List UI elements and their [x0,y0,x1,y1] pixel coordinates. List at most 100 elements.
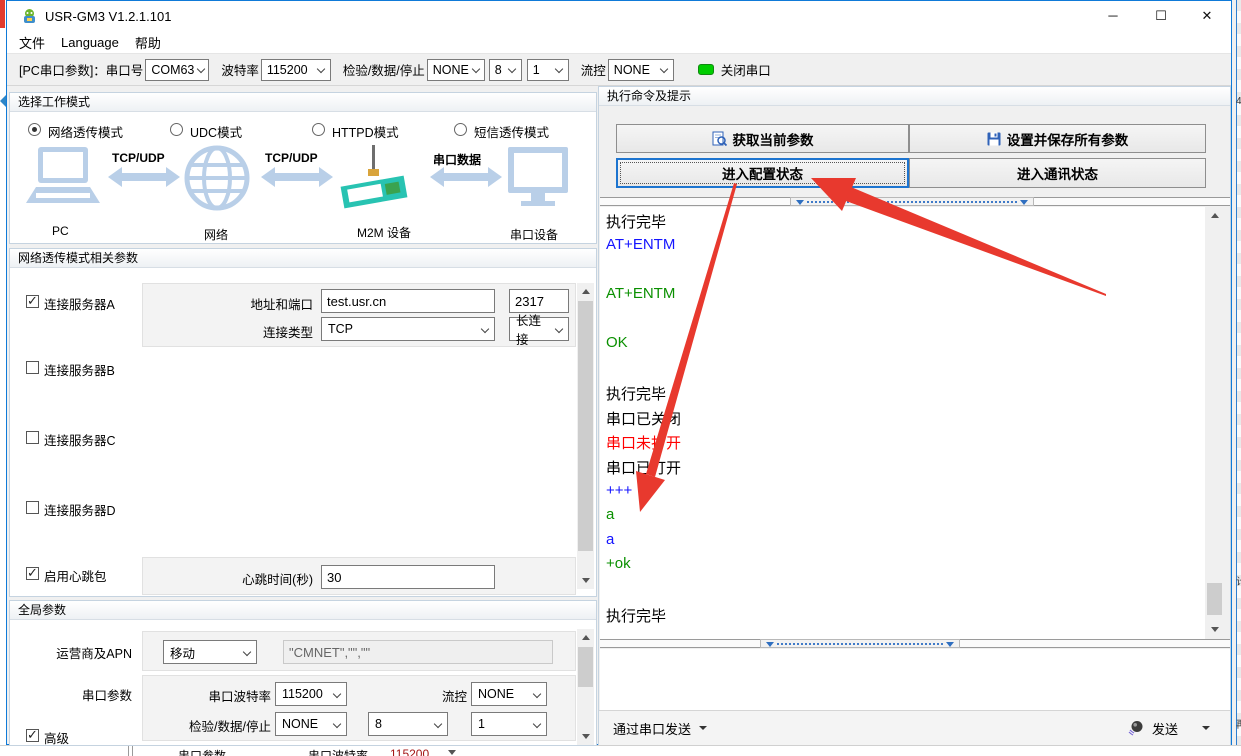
send-via-serial-dropdown[interactable]: 通过串口发送 [613,719,707,738]
log-line [606,260,1205,285]
send-icon [1128,720,1144,736]
chevron-down-icon [533,720,542,729]
log-line: a [606,506,1205,531]
send-button[interactable]: 发送 [1128,719,1210,738]
baud-select[interactable]: 115200 [261,59,331,81]
serial-stop-bits-select[interactable]: 1 [471,712,547,736]
data-bits-select[interactable]: 8 [489,59,522,81]
conn-type-select[interactable]: TCP [321,317,495,341]
title-bar: USR-GM3 V1.2.1.101 ─ ☐ ✕ [7,1,1231,32]
log-line [606,309,1205,334]
scrollbar-thumb[interactable] [578,647,593,687]
serial-flow-label: 流控 [427,686,467,705]
background-window-right-strip: 4H 计 再 [1232,0,1241,756]
minimize-button[interactable]: ─ [1091,1,1135,31]
serial-flow-select[interactable]: NONE [471,682,547,706]
apn-label: 运营商及APN [20,643,132,662]
apn-value-input: "CMNET","","" [283,640,553,664]
scrollbar-thumb[interactable] [1207,583,1222,615]
enter-comm-state-button[interactable]: 进入通讯状态 [909,158,1206,188]
radio-label[interactable]: 网络透传模式 [48,122,123,141]
splitter-handle[interactable] [760,639,960,648]
radio-label[interactable]: 短信透传模式 [474,122,549,141]
serial-pds-label: 检验/数据/停止 [171,716,271,735]
checkbox-advanced[interactable] [26,729,39,742]
global-params-header: 全局参数 [10,601,596,620]
checkbox-server-d[interactable] [26,501,39,514]
net-params-scrollbar[interactable] [577,283,594,589]
flow-select[interactable]: NONE [608,59,674,81]
radio-sms-mode[interactable] [454,123,467,136]
splitter-arrow-icon [1020,200,1028,205]
checkbox-server-b[interactable] [26,361,39,374]
log-line: +ok [606,555,1205,580]
scroll-down-button[interactable] [1206,621,1223,638]
log-line: 串口已关闭 [606,408,1205,433]
save-icon [987,132,1001,146]
radio-net-transparent-mode[interactable] [28,123,41,136]
serial-status-indicator [698,64,714,75]
server-a-address-input[interactable]: test.usr.cn [321,289,495,313]
checkbox-label[interactable]: 启用心跳包 [44,566,107,585]
log-line: 串口未打开 [606,432,1205,457]
get-params-button[interactable]: 获取当前参数 [616,124,909,153]
scroll-up-button[interactable] [577,283,594,300]
menu-help[interactable]: 帮助 [135,33,161,52]
background-text-fragment: 计 [1236,573,1241,588]
checkbox-server-c[interactable] [26,431,39,444]
global-params-group: 全局参数 运营商及APN 移动 "CMNET","","" 串口参数 串口波特率… [9,600,597,746]
splitter-handle[interactable] [790,197,1034,206]
conn-type-label: 连接类型 [203,322,313,341]
serial-parity-select[interactable]: NONE [275,712,347,736]
checkbox-label[interactable]: 连接服务器B [44,360,115,379]
checkbox-server-a[interactable] [26,295,39,308]
menu-file[interactable]: 文件 [19,33,45,52]
checkbox-label[interactable]: 连接服务器A [44,294,115,313]
checkbox-label[interactable]: 高级 [44,728,69,747]
server-a-panel: 地址和端口 test.usr.cn 2317 连接类型 TCP 长连接 [142,283,576,347]
checkbox-label[interactable]: 连接服务器C [44,430,116,449]
log-line: 执行完毕 [606,383,1205,408]
splitter-arrow-icon [766,642,774,647]
scroll-down-button[interactable] [577,572,594,589]
maximize-button[interactable]: ☐ [1139,1,1183,31]
conn-mode-select[interactable]: 长连接 [509,317,569,341]
serial-baud-select[interactable]: 115200 [275,682,347,706]
splitter-arrow-icon [946,642,954,647]
work-mode-group: 选择工作模式 网络透传模式 UDC模式 HTTPD模式 短信透传模式 [9,92,597,244]
menu-language[interactable]: Language [61,35,119,50]
chevron-down-icon [317,65,326,74]
chevron-down-icon [434,720,443,729]
set-save-params-button[interactable]: 设置并保存所有参数 [909,124,1206,153]
scroll-up-button[interactable] [577,629,594,646]
scroll-up-button[interactable] [1206,207,1223,224]
parity-select[interactable]: NONE [427,59,485,81]
radio-udc-mode[interactable] [170,123,183,136]
close-serial-button[interactable]: 关闭串口 [721,60,771,79]
serial-params-panel: 串口波特率 115200 流控 NONE 检验/数据/停止 NONE 8 1 [142,675,576,741]
checkbox-label[interactable]: 连接服务器D [44,500,116,519]
close-button[interactable]: ✕ [1185,1,1229,31]
enter-config-state-button[interactable]: 进入配置状态 [616,158,909,188]
node-label: M2M 设备 [357,224,411,241]
radio-httpd-mode[interactable] [312,123,325,136]
send-bar: 通过串口发送 发送 [599,710,1230,745]
carrier-select[interactable]: 移动 [163,640,257,664]
chevron-down-icon [660,65,669,74]
log-line: a [606,531,1205,556]
heartbeat-time-input[interactable]: 30 [321,565,495,589]
radio-label[interactable]: HTTPD模式 [332,122,399,141]
checkbox-heartbeat[interactable] [26,567,39,580]
serial-data-bits-select[interactable]: 8 [368,712,448,736]
log-area: 执行完毕AT+ENTMAT+ENTMOK执行完毕串口已关闭串口未打开串口已打开+… [600,207,1205,639]
stop-bits-select[interactable]: 1 [527,59,569,81]
scroll-down-button[interactable] [577,728,594,745]
radio-label[interactable]: UDC模式 [190,122,242,141]
global-params-scrollbar[interactable] [577,629,594,745]
com-port-select[interactable]: COM63 [145,59,209,81]
serial-params-label: 串口参数 [20,685,132,704]
send-input-area[interactable] [600,649,1230,710]
scrollbar-thumb[interactable] [578,301,593,551]
log-scrollbar[interactable] [1206,207,1223,638]
search-doc-icon [712,131,727,146]
